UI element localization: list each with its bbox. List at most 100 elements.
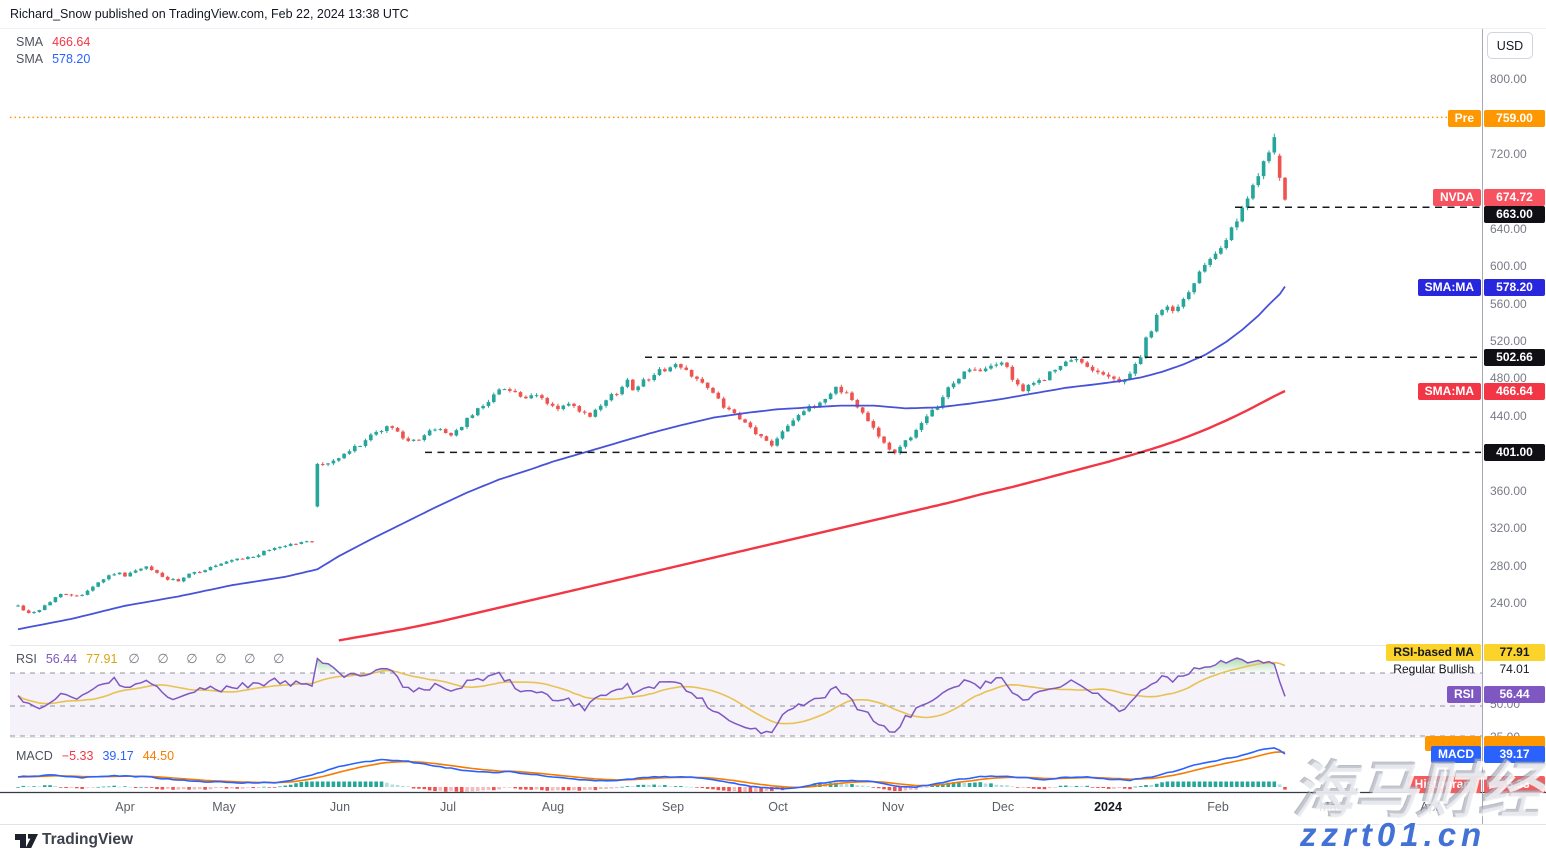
candle [193,572,197,574]
candle [86,591,90,595]
candle [59,594,63,597]
candle [1005,363,1009,367]
candle [834,387,838,394]
rsi-ma-legend-value: 77.91 [86,652,117,666]
candle [551,404,555,406]
candle [615,394,619,395]
candle [872,421,876,428]
candle [599,406,603,410]
rsi-divergence-slot-icons[interactable]: ∅ ∅ ∅ ∅ ∅ ∅ [128,651,291,666]
candle [380,431,384,432]
candle [16,606,20,607]
candle [952,383,956,387]
candle [519,392,523,397]
candle [364,440,368,446]
candle [1214,254,1218,259]
macd-pane-legend[interactable]: MACD−5.3339.1744.50 [16,749,183,763]
candle [284,546,288,547]
sma-line[interactable] [339,391,1285,640]
candle [1037,380,1041,383]
candle [765,436,769,441]
candle [578,406,582,412]
candle [1075,359,1079,360]
candle [914,430,918,438]
candle [1053,370,1057,372]
candle [1000,363,1004,365]
candle [1187,292,1191,299]
candle [877,428,881,437]
candle [1091,367,1095,371]
candle [182,578,186,582]
candle [1273,137,1277,152]
candle [32,612,36,613]
candle [749,423,753,428]
main-pane-legend[interactable]: SMA466.64 SMA578.20 [16,34,90,68]
candle [64,594,68,595]
candle [1027,385,1031,391]
candle [460,427,464,430]
candle [449,433,453,435]
candle [658,369,662,375]
candle [230,560,234,561]
candle [909,438,913,441]
sma-line[interactable] [18,287,1285,630]
candle [1059,366,1063,370]
sma-fast-legend-row[interactable]: SMA578.20 [16,51,90,68]
sma-slow-legend-value: 466.64 [52,35,90,49]
candle [978,370,982,371]
tradingview-brand-text[interactable]: TradingView [42,831,133,849]
candle [1150,331,1154,337]
candle [540,395,544,398]
candle [620,387,624,394]
candle [690,370,694,377]
candle [700,379,704,383]
macd-line[interactable] [18,748,1285,789]
candle [717,393,721,399]
tradingview-logo-icon[interactable] [14,831,40,851]
candle [203,570,207,572]
candle [22,606,26,611]
candle [455,430,459,435]
candle [171,579,175,580]
attribution-text: Richard_Snow published on TradingView.co… [10,7,409,21]
candle [1011,367,1015,380]
candle [187,574,191,578]
candle [626,380,630,387]
candle [588,413,592,417]
candle [43,605,47,610]
candle [219,564,223,566]
candle [754,427,758,434]
candle [610,394,614,400]
sma-slow-legend-row[interactable]: SMA466.64 [16,34,90,51]
candle [684,368,688,370]
candle [369,435,373,441]
rsi-pane-legend[interactable]: RSI56.4477.91∅ ∅ ∅ ∅ ∅ ∅ [16,651,300,667]
candle [866,413,870,421]
candle [727,408,731,410]
candle [962,372,966,379]
candle [262,551,266,555]
candle [839,387,843,393]
rsi-legend-value: 56.44 [46,652,77,666]
candle [96,582,100,586]
candle [904,440,908,446]
candle [503,389,507,390]
candle [786,426,790,432]
candle [316,464,320,507]
candle [791,420,795,425]
currency-unit-button[interactable]: USD [1487,32,1533,59]
candle [310,541,314,542]
candle [770,441,774,446]
candle [829,394,833,399]
candle [1134,364,1138,374]
rsi-band [10,673,1482,736]
candle [107,575,111,579]
candle [663,369,667,371]
chart-canvas[interactable] [0,0,1546,857]
candle [492,394,496,402]
candle [471,415,475,418]
candle [802,411,806,415]
candle [342,454,346,458]
candle [631,380,635,391]
candle [123,573,127,577]
